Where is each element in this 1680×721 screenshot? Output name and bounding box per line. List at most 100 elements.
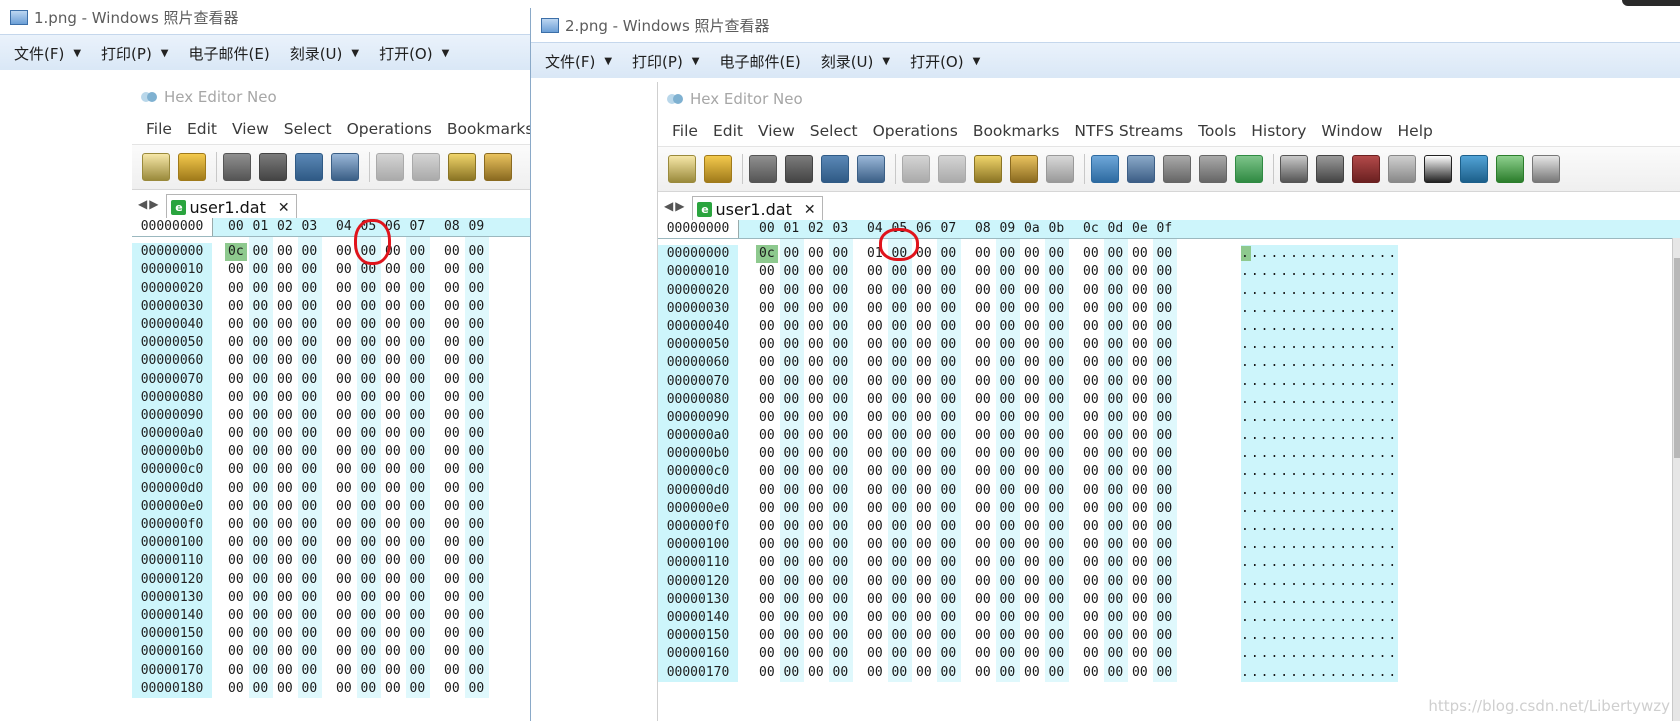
viewer-menu-item[interactable]: 刻录(U) ▼ — [821, 51, 890, 72]
hex-byte[interactable]: 00 — [892, 627, 908, 645]
hex-byte[interactable]: 00 — [1024, 609, 1040, 627]
hex-byte[interactable]: 00 — [444, 243, 460, 261]
hex-byte[interactable]: 00 — [469, 316, 485, 334]
hex-byte[interactable]: 00 — [385, 389, 401, 407]
hex-byte[interactable]: 00 — [784, 427, 800, 445]
hex-byte[interactable]: 00 — [469, 298, 485, 316]
hex-byte[interactable]: 00 — [1157, 391, 1173, 409]
hex-byte[interactable]: 00 — [444, 261, 460, 279]
hex-byte[interactable]: 00 — [759, 263, 775, 281]
hex-byte[interactable]: 00 — [444, 461, 460, 479]
hex-byte[interactable]: 00 — [975, 518, 991, 536]
hex-menu-item[interactable]: File — [146, 120, 172, 138]
hex-byte[interactable]: 00 — [253, 298, 269, 316]
hex-byte[interactable]: 00 — [833, 373, 849, 391]
hex-byte[interactable]: 00 — [444, 498, 460, 516]
hex-byte[interactable]: 00 — [892, 482, 908, 500]
hex-byte[interactable]: 00 — [1000, 263, 1016, 281]
hex-byte[interactable]: 00 — [975, 354, 991, 372]
checksum-icon[interactable] — [1388, 155, 1416, 183]
hex-byte[interactable]: 00 — [1024, 263, 1040, 281]
hex-menu-item[interactable]: View — [758, 122, 795, 140]
hex-byte[interactable]: 00 — [336, 552, 352, 570]
hex-byte[interactable]: 00 — [277, 680, 293, 698]
hex-byte[interactable]: 00 — [1049, 573, 1065, 591]
hex-byte[interactable]: 00 — [336, 498, 352, 516]
hex-byte[interactable]: 00 — [410, 389, 426, 407]
hex-byte[interactable]: 00 — [941, 427, 957, 445]
hex-byte[interactable]: 00 — [1132, 518, 1148, 536]
hex-byte[interactable]: 00 — [941, 445, 957, 463]
hex-byte[interactable]: 00 — [1000, 500, 1016, 518]
hex-byte[interactable]: 00 — [469, 352, 485, 370]
hex-byte[interactable]: 00 — [385, 643, 401, 661]
hex-byte[interactable]: 00 — [385, 352, 401, 370]
hex-byte[interactable]: 01 — [867, 245, 883, 263]
hex-byte[interactable]: 00 — [444, 334, 460, 352]
hex-byte[interactable]: 00 — [444, 589, 460, 607]
hex-byte[interactable]: 00 — [361, 589, 377, 607]
hex-byte[interactable]: 00 — [361, 261, 377, 279]
hex-byte[interactable]: 00 — [469, 571, 485, 589]
hex-byte[interactable]: 00 — [867, 645, 883, 663]
close-icon[interactable]: ✕ — [278, 200, 290, 216]
hex-byte[interactable]: 00 — [1108, 664, 1124, 682]
hex-byte[interactable]: 00 — [784, 373, 800, 391]
hex-byte[interactable]: 00 — [410, 261, 426, 279]
hex-byte[interactable]: 00 — [784, 300, 800, 318]
hex-byte[interactable]: 00 — [808, 245, 824, 263]
hex-byte[interactable]: 00 — [808, 463, 824, 481]
ascii-column[interactable]: ................ — [1241, 590, 1399, 609]
hex-byte[interactable]: 00 — [975, 300, 991, 318]
hex-byte[interactable]: 00 — [975, 645, 991, 663]
hex-byte[interactable]: 00 — [1132, 627, 1148, 645]
hex-byte[interactable]: 00 — [784, 573, 800, 591]
hex-byte[interactable]: 00 — [1049, 664, 1065, 682]
hex-byte[interactable]: 00 — [892, 664, 908, 682]
hex-byte[interactable]: 00 — [1157, 245, 1173, 263]
viewer-menu-item[interactable]: 打印(P) ▼ — [101, 43, 168, 64]
hex-menu-item[interactable]: Edit — [713, 122, 743, 140]
ascii-column[interactable]: ................ — [1241, 372, 1399, 391]
hex-byte[interactable]: 00 — [410, 280, 426, 298]
hex-byte[interactable]: 00 — [361, 625, 377, 643]
hex-byte[interactable]: 00 — [867, 409, 883, 427]
hex-byte[interactable]: 00 — [410, 443, 426, 461]
hex-byte[interactable]: 00 — [1108, 445, 1124, 463]
hex-byte[interactable]: 00 — [833, 300, 849, 318]
hex-byte[interactable]: 00 — [975, 318, 991, 336]
hex-byte[interactable]: 00 — [336, 352, 352, 370]
hex-byte[interactable]: 00 — [916, 245, 932, 263]
hex-byte[interactable]: 00 — [892, 263, 908, 281]
hex-byte[interactable]: 00 — [228, 425, 244, 443]
hex-byte[interactable]: 00 — [916, 554, 932, 572]
hex-byte[interactable]: 00 — [1049, 609, 1065, 627]
hex-byte[interactable]: 00 — [808, 664, 824, 682]
hex-byte[interactable]: 00 — [253, 571, 269, 589]
hex-byte[interactable]: 00 — [1000, 645, 1016, 663]
hex-byte[interactable]: 00 — [444, 552, 460, 570]
hex-byte[interactable]: 00 — [277, 407, 293, 425]
scrollbar-thumb[interactable] — [1674, 258, 1680, 458]
new-file-icon[interactable] — [142, 153, 170, 181]
hex-byte[interactable]: 00 — [1024, 427, 1040, 445]
viewer-menu-item[interactable]: 电子邮件(E) — [189, 43, 270, 64]
hex-byte[interactable]: 00 — [1000, 445, 1016, 463]
hex-byte[interactable]: 00 — [1108, 336, 1124, 354]
hex-byte[interactable]: 00 — [228, 498, 244, 516]
hex-byte[interactable]: 00 — [361, 461, 377, 479]
hex-byte[interactable]: 00 — [867, 427, 883, 445]
ascii-column[interactable]: ................ — [1241, 390, 1399, 409]
hex-byte[interactable]: 00 — [1024, 518, 1040, 536]
ascii-column[interactable]: ................ — [1241, 572, 1399, 591]
hex-byte[interactable]: 00 — [253, 607, 269, 625]
export-icon[interactable] — [1091, 155, 1119, 183]
hex-byte[interactable]: 00 — [759, 645, 775, 663]
hex-byte[interactable]: 00 — [385, 261, 401, 279]
hex-byte[interactable]: 00 — [1157, 482, 1173, 500]
hex-byte[interactable]: 00 — [277, 643, 293, 661]
hex-byte[interactable]: 00 — [228, 352, 244, 370]
hex-byte[interactable]: 00 — [469, 625, 485, 643]
hex-byte[interactable]: 00 — [1108, 354, 1124, 372]
hex-byte[interactable]: 00 — [302, 243, 318, 261]
